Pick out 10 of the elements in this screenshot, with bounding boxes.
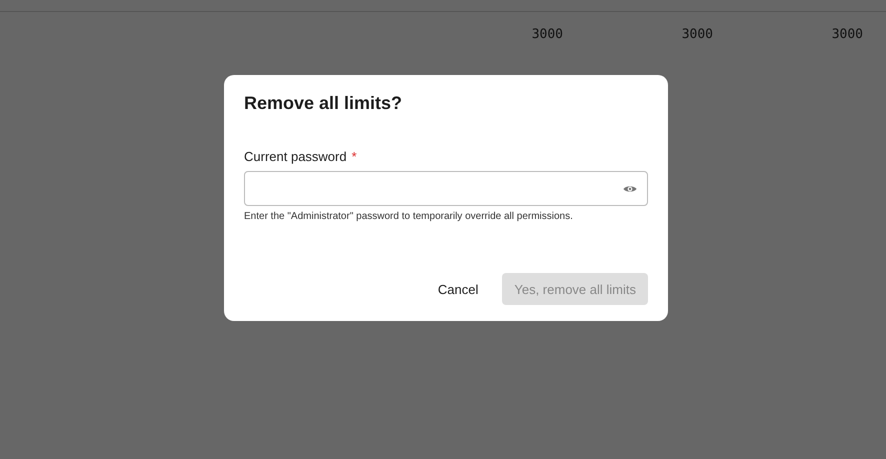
eye-icon[interactable]: [623, 184, 637, 194]
table-cell-text: 3000: [530, 27, 563, 42]
help-text: Enter the "Administrator" password to temporarily override all permissions.: [244, 211, 574, 222]
dialog-title: Remove all limits?: [244, 93, 404, 114]
table-cell-text: 3000: [830, 27, 863, 42]
password-field[interactable]: [244, 171, 648, 206]
field-label: Current password: [244, 149, 347, 164]
cancel-button[interactable]: Cancel: [426, 273, 490, 305]
required-mark: *: [352, 149, 357, 164]
table-cell-text: 3000: [680, 27, 713, 42]
